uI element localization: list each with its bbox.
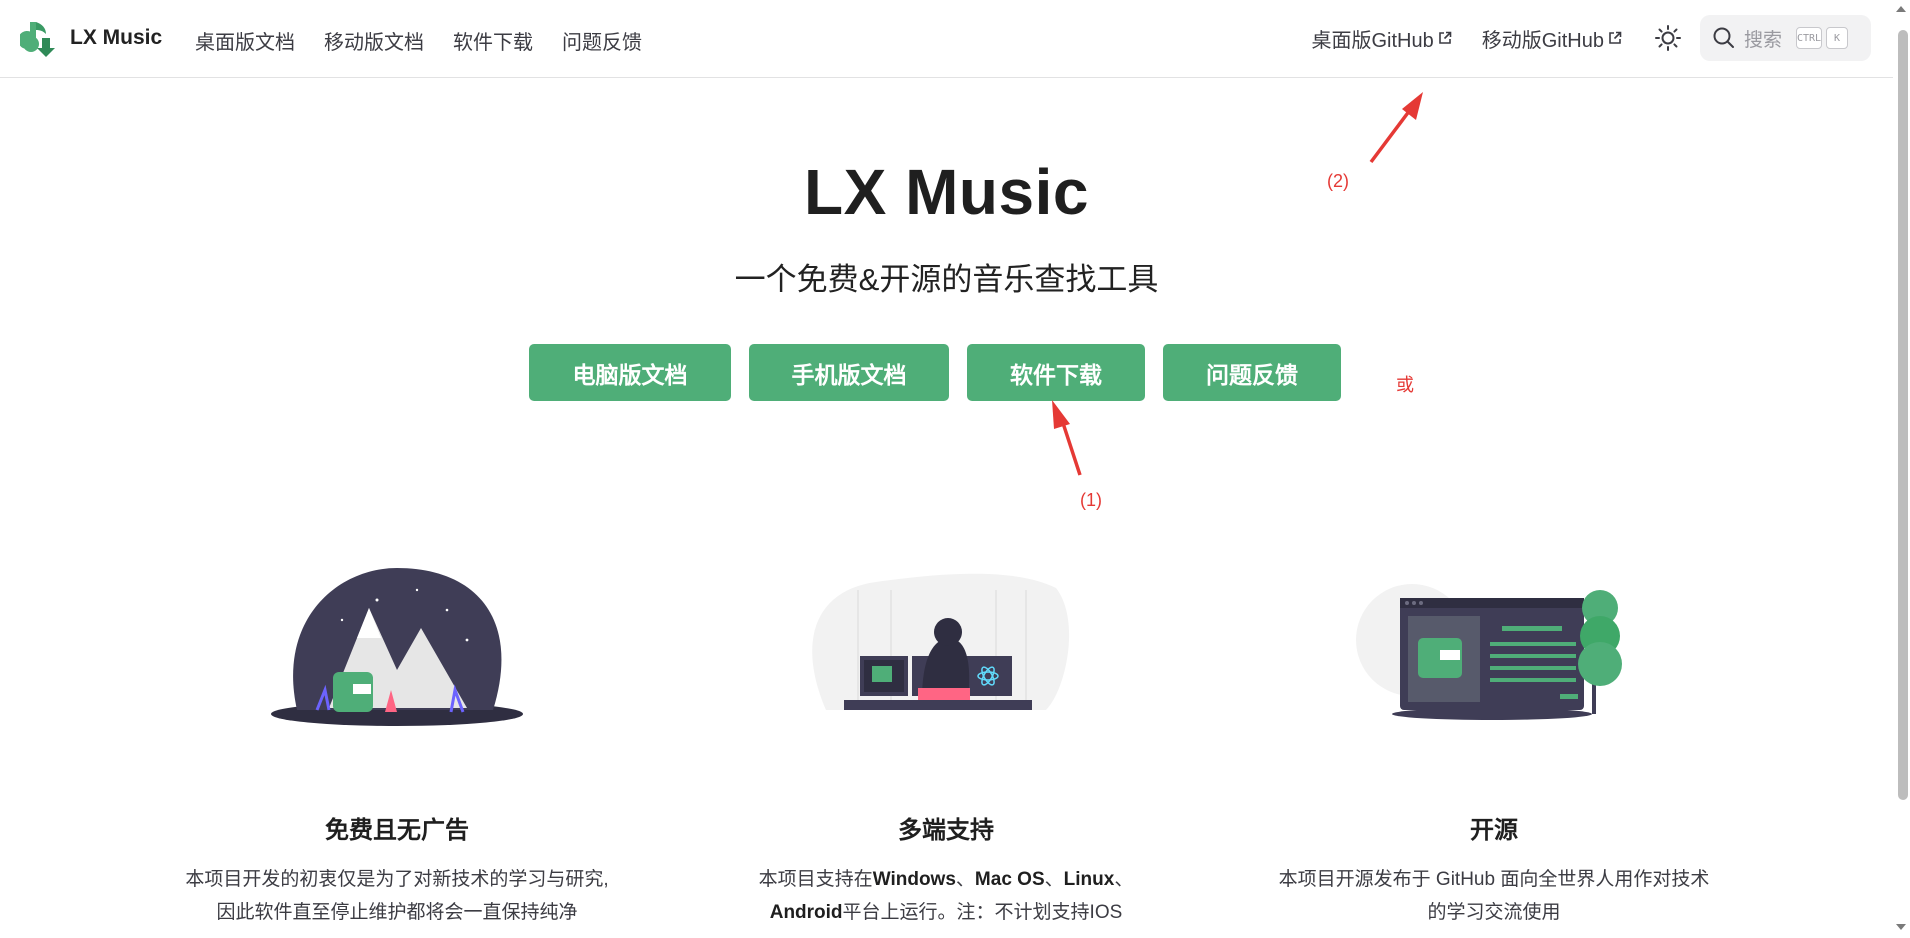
arrow-to-github	[1369, 92, 1423, 164]
feature-illustration-camp	[137, 560, 657, 730]
platform-macos: Mac OS	[974, 869, 1045, 890]
feature-multiplatform: 多端支持 本项目支持在Windows、Mac OS、Linux、 Android…	[686, 560, 1206, 929]
platform-android: Android	[769, 902, 843, 923]
feature-desc-line: 的学习交流使用	[1427, 902, 1561, 923]
feature-title: 开源	[1470, 817, 1518, 844]
platform-windows: Windows	[872, 869, 956, 890]
feature-description: 本项目开源发布于 GitHub 面向全世界人用作对技术 的学习交流使用	[1234, 863, 1754, 929]
desc-separator: 、	[955, 869, 975, 890]
feature-illustration-desk	[686, 560, 1206, 730]
feature-illustration-code	[1234, 560, 1754, 730]
feature-open-source: 开源 本项目开源发布于 GitHub 面向全世界人用作对技术 的学习交流使用	[1234, 560, 1754, 929]
scroll-down-arrow[interactable]	[1896, 924, 1906, 930]
feature-desc-line: 因此软件直至停止维护都将会一直保持纯净	[216, 902, 578, 923]
scrollbar[interactable]	[1893, 0, 1910, 938]
feature-desc-line: 本项目开源发布于 GitHub 面向全世界人用作对技术	[1278, 869, 1710, 890]
feature-description: 本项目支持在Windows、Mac OS、Linux、 Android平台上运行…	[686, 863, 1206, 929]
feature-title: 多端支持	[898, 817, 994, 844]
arrow-to-download	[1052, 400, 1082, 476]
desc-text: 本项目支持在	[758, 869, 873, 890]
desc-text: 平台上运行。注：不计划支持IOS	[842, 902, 1123, 923]
platform-linux: Linux	[1063, 869, 1115, 890]
scrollbar-thumb[interactable]	[1898, 30, 1908, 800]
annotation-or: 或	[1396, 375, 1414, 395]
feature-title: 免费且无广告	[325, 817, 469, 844]
feature-desc-line: 本项目支持在Windows、Mac OS、Linux、	[686, 863, 1206, 896]
scroll-up-arrow[interactable]	[1896, 6, 1906, 12]
annotation-label-2: (2)	[1327, 171, 1349, 191]
desc-separator: 、	[1114, 869, 1134, 890]
feature-desc-line: Android平台上运行。注：不计划支持IOS	[686, 896, 1206, 929]
desc-separator: 、	[1044, 869, 1064, 890]
annotation-label-1: (1)	[1080, 490, 1102, 510]
feature-description: 本项目开发的初衷仅是为了对新技术的学习与研究, 因此软件直至停止维护都将会一直保…	[137, 863, 657, 929]
feature-desc-line: 本项目开发的初衷仅是为了对新技术的学习与研究,	[185, 869, 609, 890]
feature-free: 免费且无广告 本项目开发的初衷仅是为了对新技术的学习与研究, 因此软件直至停止维…	[137, 560, 657, 929]
